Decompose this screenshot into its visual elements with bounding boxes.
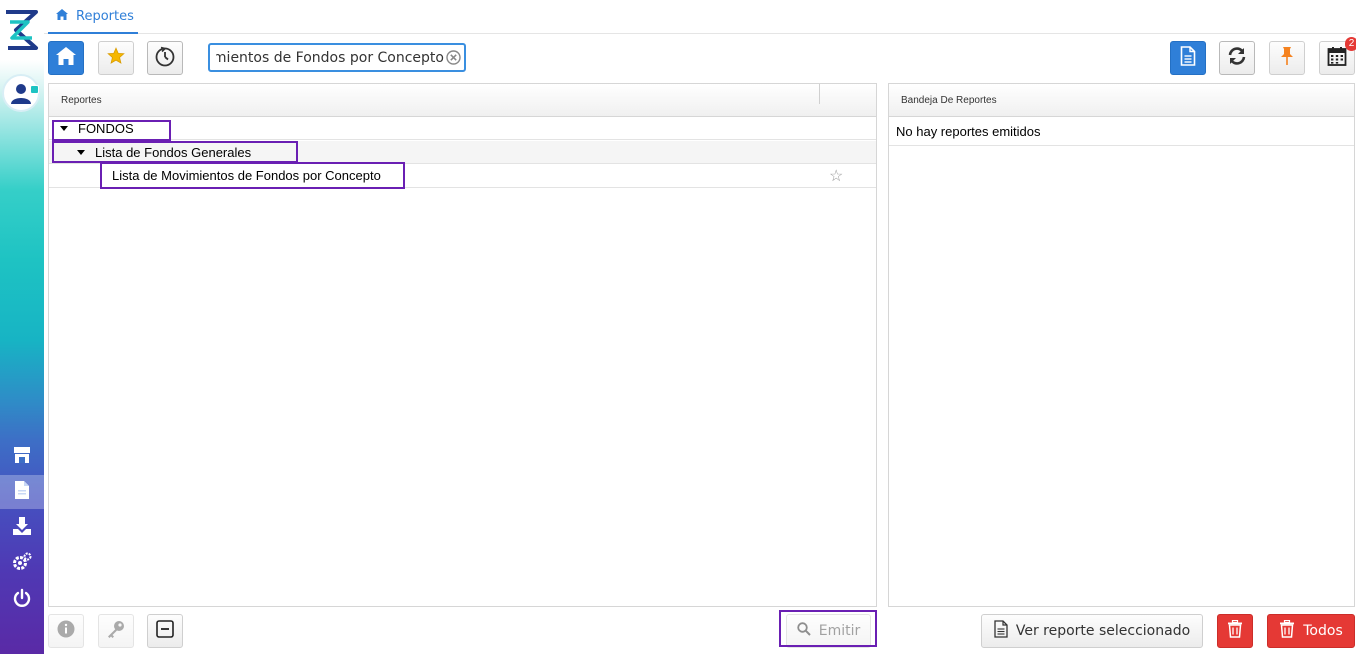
sidebar-item-settings[interactable] bbox=[0, 547, 44, 581]
favorite-star-icon[interactable]: ☆ bbox=[829, 166, 843, 186]
document-icon bbox=[1180, 46, 1196, 70]
sidebar-item-downloads[interactable] bbox=[0, 511, 44, 545]
delete-selected-button[interactable] bbox=[1217, 614, 1253, 648]
document-icon bbox=[14, 480, 30, 504]
emit-button[interactable]: Emitir bbox=[786, 614, 871, 648]
key-icon bbox=[106, 619, 126, 643]
report-tray-panel: Bandeja De Reportes No hay reportes emit… bbox=[888, 83, 1355, 607]
refresh-button[interactable] bbox=[1219, 41, 1255, 75]
history-button[interactable] bbox=[147, 41, 183, 75]
store-icon bbox=[12, 445, 32, 469]
info-button[interactable] bbox=[48, 614, 84, 648]
divider bbox=[889, 145, 1354, 146]
collapse-icon bbox=[156, 620, 174, 642]
pin-icon bbox=[1280, 46, 1294, 70]
power-icon bbox=[12, 588, 32, 612]
expand-caret-icon[interactable] bbox=[60, 126, 68, 131]
breadcrumb-reportes[interactable]: Reportes bbox=[48, 0, 138, 34]
home-icon bbox=[56, 47, 76, 69]
clear-search-icon[interactable] bbox=[446, 50, 461, 65]
pin-button[interactable] bbox=[1269, 41, 1305, 75]
user-status-badge bbox=[30, 85, 39, 94]
reports-panel-header: Reportes bbox=[49, 84, 876, 117]
breadcrumb-bar: Reportes bbox=[44, 0, 1356, 34]
search-icon bbox=[797, 622, 811, 640]
delete-all-button[interactable]: Todos bbox=[1267, 614, 1355, 648]
calendar-button[interactable]: 2 bbox=[1319, 37, 1356, 75]
column-divider[interactable] bbox=[819, 84, 820, 104]
expand-caret-icon[interactable] bbox=[77, 150, 85, 155]
view-selected-report-label: Ver reporte seleccionado bbox=[1015, 623, 1191, 639]
emit-button-label: Emitir bbox=[818, 623, 861, 639]
tree-node-label: FONDOS bbox=[78, 121, 134, 136]
sidebar-item-store[interactable] bbox=[0, 440, 44, 474]
home-button[interactable] bbox=[48, 41, 84, 75]
report-search-box bbox=[208, 43, 466, 72]
reports-panel: Reportes FONDOS Lista de Fondos Generale… bbox=[48, 83, 877, 607]
trash-icon bbox=[1279, 619, 1295, 642]
user-avatar-icon[interactable] bbox=[2, 74, 40, 112]
reports-view-button[interactable] bbox=[1170, 41, 1206, 75]
tree-node-lista-fondos-generales[interactable]: Lista de Fondos Generales bbox=[49, 141, 876, 164]
tree-node-label: Lista de Fondos Generales bbox=[95, 145, 252, 160]
collapse-all-button[interactable] bbox=[147, 614, 183, 648]
notification-badge: 2 bbox=[1345, 37, 1356, 51]
reports-panel-title: Reportes bbox=[61, 95, 102, 106]
key-button[interactable] bbox=[98, 614, 134, 648]
home-icon bbox=[56, 8, 68, 24]
tree-node-label: Lista de Movimientos de Fondos por Conce… bbox=[112, 168, 381, 183]
file-icon bbox=[994, 620, 1008, 642]
delete-all-label: Todos bbox=[1303, 623, 1343, 639]
sidebar bbox=[0, 0, 44, 654]
trash-icon bbox=[1227, 619, 1243, 642]
info-icon bbox=[57, 620, 75, 642]
breadcrumb-label: Reportes bbox=[76, 8, 134, 24]
report-tray-title: Bandeja De Reportes bbox=[901, 95, 997, 106]
settings-icon bbox=[12, 552, 32, 576]
star-icon bbox=[107, 47, 125, 69]
favorites-button[interactable] bbox=[98, 41, 134, 75]
report-tray-empty-message: No hay reportes emitidos bbox=[896, 124, 1041, 139]
app-logo-icon[interactable] bbox=[2, 8, 42, 50]
view-selected-report-button[interactable]: Ver reporte seleccionado bbox=[981, 614, 1203, 648]
refresh-icon bbox=[1227, 46, 1247, 70]
sidebar-item-logout[interactable] bbox=[0, 583, 44, 617]
calendar-icon bbox=[1327, 46, 1347, 70]
history-icon bbox=[154, 45, 176, 71]
download-icon bbox=[12, 516, 32, 540]
sidebar-item-reports[interactable] bbox=[0, 475, 44, 509]
report-tray-header: Bandeja De Reportes bbox=[889, 84, 1354, 117]
report-search-input[interactable] bbox=[210, 45, 444, 70]
tree-node-fondos[interactable]: FONDOS bbox=[49, 117, 876, 140]
tree-leaf-movimientos-fondos-concepto[interactable]: Lista de Movimientos de Fondos por Conce… bbox=[49, 164, 876, 188]
